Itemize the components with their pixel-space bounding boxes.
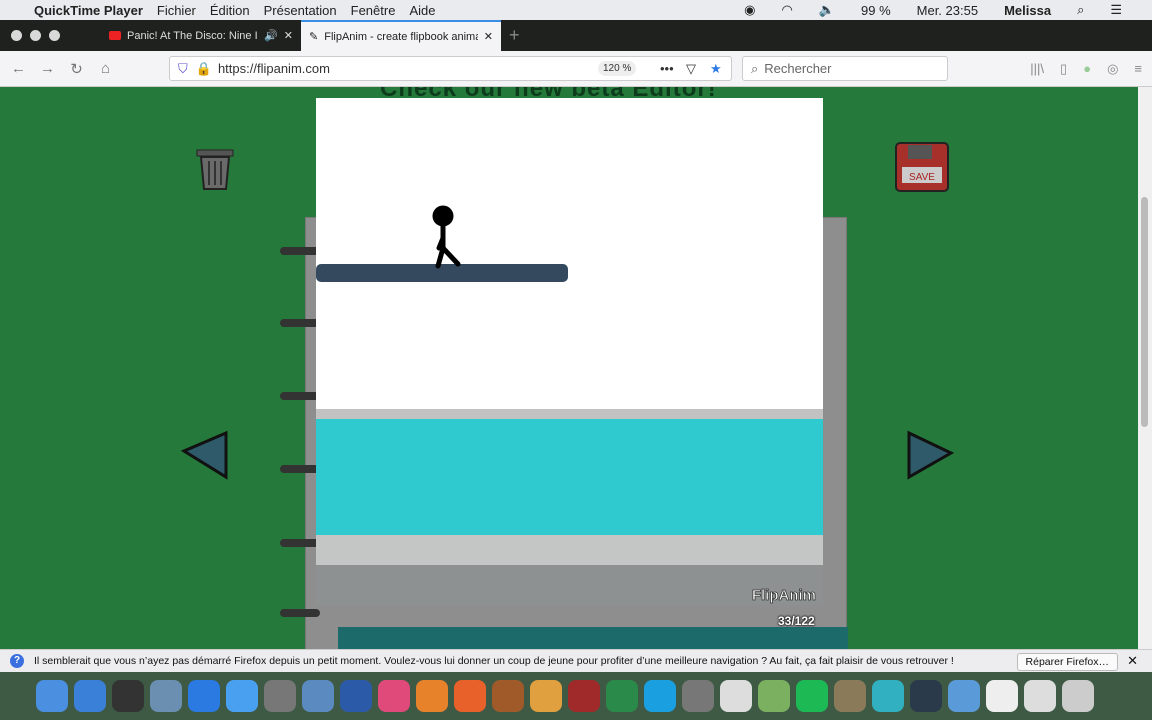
clock[interactable]: Mer. 23:55 bbox=[917, 3, 978, 18]
ground-dark bbox=[316, 565, 823, 605]
wifi-icon[interactable]: ◠ bbox=[781, 2, 792, 18]
record-icon[interactable]: ◉ bbox=[744, 2, 755, 18]
speaker-icon[interactable]: 🔊 bbox=[264, 29, 278, 42]
flipanim-page: Check our new beta Editor! SAVE FlipAnim… bbox=[0, 87, 1138, 649]
library-icon[interactable]: |||\ bbox=[1030, 61, 1044, 77]
water bbox=[316, 419, 823, 537]
extension-icon[interactable]: ● bbox=[1083, 61, 1091, 77]
menu-app[interactable]: QuickTime Player bbox=[34, 3, 143, 18]
dock-preview-icon[interactable] bbox=[150, 680, 182, 712]
close-window-button[interactable] bbox=[11, 30, 22, 41]
dock-chrome-icon[interactable] bbox=[720, 680, 752, 712]
youtube-icon bbox=[109, 31, 121, 40]
previous-frame-arrow[interactable] bbox=[180, 429, 230, 481]
dock-finder-icon[interactable] bbox=[36, 680, 68, 712]
dock-photos-icon[interactable] bbox=[530, 680, 562, 712]
window-controls bbox=[11, 30, 101, 41]
question-icon: ? bbox=[10, 654, 24, 668]
dock-messages-icon[interactable] bbox=[226, 680, 258, 712]
dock-quicktime-icon[interactable] bbox=[910, 680, 942, 712]
dock-folder-icon[interactable] bbox=[948, 680, 980, 712]
dock-system-preferences-icon[interactable] bbox=[682, 680, 714, 712]
notification-close-icon[interactable]: ✕ bbox=[1127, 653, 1138, 669]
new-tab-button[interactable]: + bbox=[509, 25, 520, 46]
dock-books-icon[interactable] bbox=[416, 680, 448, 712]
battery-status[interactable]: 99 % bbox=[861, 3, 891, 18]
frame-counter: 33/122 bbox=[778, 614, 815, 628]
spotlight-icon[interactable]: ⌕ bbox=[1077, 2, 1084, 18]
repair-firefox-button[interactable]: Réparer Firefox… bbox=[1016, 653, 1118, 671]
menu-edition[interactable]: Édition bbox=[210, 3, 250, 18]
search-input[interactable]: ⌕ Rechercher bbox=[742, 56, 948, 81]
account-icon[interactable]: ◎ bbox=[1107, 61, 1118, 77]
svg-text:SAVE: SAVE bbox=[909, 172, 935, 183]
scrollbar[interactable] bbox=[1138, 87, 1152, 649]
home-icon[interactable]: ⌂ bbox=[91, 60, 120, 77]
url-bar[interactable]: ⛉ 🔒 https://flipanim.com 120 % ••• ▽ ★ bbox=[169, 56, 732, 81]
tab-close-icon[interactable]: ✕ bbox=[284, 29, 293, 42]
trash-icon[interactable] bbox=[193, 145, 237, 193]
menu-aide[interactable]: Aide bbox=[409, 3, 435, 18]
search-icon: ⌕ bbox=[751, 60, 759, 76]
tab-close-icon[interactable]: ✕ bbox=[484, 30, 493, 43]
dock-skype-icon[interactable] bbox=[644, 680, 676, 712]
dock-safari-icon[interactable] bbox=[188, 680, 220, 712]
volume-icon[interactable]: 🔈 bbox=[819, 2, 835, 18]
lock-icon[interactable]: 🔒 bbox=[196, 61, 212, 77]
fullscreen-button[interactable] bbox=[49, 30, 60, 41]
dock-launchpad-icon[interactable] bbox=[74, 680, 106, 712]
dock-photo-booth-icon[interactable] bbox=[568, 680, 600, 712]
zoom-level[interactable]: 120 % bbox=[598, 61, 637, 76]
dock-gimp-icon[interactable] bbox=[834, 680, 866, 712]
dock-dashboard-icon[interactable] bbox=[112, 680, 144, 712]
next-frame-arrow[interactable] bbox=[905, 429, 955, 481]
dock-spotify-icon[interactable] bbox=[796, 680, 828, 712]
firefox-refresh-notification: ? Il semblerait que vous n’ayez pas déma… bbox=[0, 649, 1152, 672]
pocket-icon[interactable]: ▽ bbox=[686, 61, 696, 77]
tab-flipanim[interactable]: ✎FlipAnim - create flipbook animations✕ bbox=[301, 20, 501, 51]
tab-youtube[interactable]: Panic! At The Disco: Nine In the Afterno… bbox=[101, 20, 301, 51]
menu-icon[interactable]: ≡ bbox=[1134, 61, 1142, 77]
drawing-canvas[interactable]: FlipAnim bbox=[316, 98, 823, 605]
dock-trash-icon[interactable] bbox=[1062, 680, 1094, 712]
menu-presentation[interactable]: Présentation bbox=[264, 3, 337, 18]
shield-icon[interactable]: ⛉ bbox=[178, 61, 188, 77]
dock-document-icon[interactable] bbox=[986, 680, 1018, 712]
lower-page bbox=[338, 627, 848, 649]
stick-figure bbox=[432, 205, 461, 269]
sidebar-icon[interactable]: ▯ bbox=[1060, 61, 1067, 77]
dock-word-icon[interactable] bbox=[340, 680, 372, 712]
forward-icon[interactable]: → bbox=[33, 60, 62, 77]
menu-fichier[interactable]: Fichier bbox=[157, 3, 196, 18]
notification-center-icon[interactable]: ☰ bbox=[1110, 2, 1122, 18]
dock-garageband-icon[interactable] bbox=[492, 680, 524, 712]
notification-text: Il semblerait que vous n’ayez pas démarr… bbox=[34, 655, 954, 667]
flipanim-watermark: FlipAnim bbox=[752, 587, 816, 604]
nav-bar: ← → ↻ ⌂ ⛉ 🔒 https://flipanim.com 120 % •… bbox=[0, 51, 1152, 87]
dock-maps-icon[interactable] bbox=[758, 680, 790, 712]
menu-fenetre[interactable]: Fenêtre bbox=[351, 3, 396, 18]
scrollbar-thumb[interactable] bbox=[1141, 197, 1148, 427]
floating-platform bbox=[316, 264, 568, 282]
dock-document-icon[interactable] bbox=[1024, 680, 1056, 712]
more-icon[interactable]: ••• bbox=[660, 61, 674, 76]
minimize-button[interactable] bbox=[30, 30, 41, 41]
dock-itunes-icon[interactable] bbox=[378, 680, 410, 712]
dock-wunderlist-icon[interactable] bbox=[872, 680, 904, 712]
tab-bar: Panic! At The Disco: Nine In the Afterno… bbox=[0, 20, 1152, 51]
dock-firefox-icon[interactable] bbox=[454, 680, 486, 712]
dock bbox=[0, 672, 1152, 720]
url-text[interactable]: https://flipanim.com bbox=[218, 61, 330, 76]
back-icon[interactable]: ← bbox=[4, 60, 33, 77]
dock-photos-browser-icon[interactable] bbox=[264, 680, 296, 712]
user-name[interactable]: Melissa bbox=[1004, 3, 1051, 18]
dock-time-machine-icon[interactable] bbox=[606, 680, 638, 712]
reload-icon[interactable]: ↻ bbox=[62, 60, 91, 78]
dock-mail-icon[interactable] bbox=[302, 680, 334, 712]
menubar: QuickTime Player Fichier Édition Présent… bbox=[0, 0, 1152, 20]
ground-light bbox=[316, 535, 823, 567]
bookmark-star-icon[interactable]: ★ bbox=[710, 61, 722, 77]
pencil-icon: ✎ bbox=[309, 31, 319, 43]
save-icon[interactable]: SAVE bbox=[892, 141, 952, 193]
